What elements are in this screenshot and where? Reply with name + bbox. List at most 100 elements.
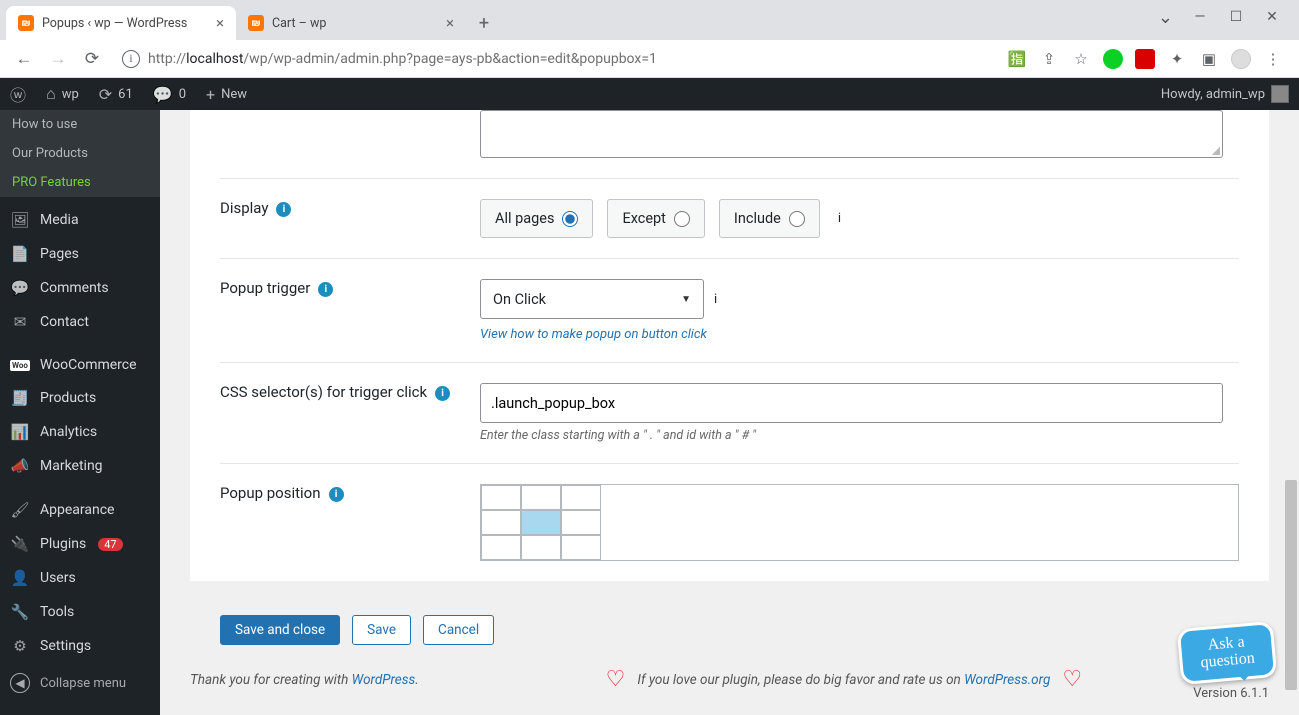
wordpress-link[interactable]: WordPress (352, 672, 416, 688)
sidebar-item[interactable]: 📄 Pages (0, 237, 160, 271)
forward-button[interactable]: → (44, 45, 72, 73)
trigger-help-link[interactable]: View how to make popup on button click (480, 327, 707, 342)
ask-question-button[interactable]: Ask a question (1177, 621, 1278, 685)
wordpress-icon: ⓦ (10, 82, 26, 106)
sidebar-item[interactable]: ⚙Settings (0, 629, 160, 663)
tab-title: Popups ‹ wp — WordPress (42, 16, 187, 31)
browser-tab[interactable]: ₪ Cart – wp × (236, 6, 466, 40)
help-icon[interactable]: i (435, 386, 450, 401)
extension-icon[interactable] (1103, 49, 1123, 69)
back-button[interactable]: ← (10, 45, 38, 73)
window-minimize-button[interactable]: — (1185, 2, 1215, 32)
sidebar-item[interactable]: 🔧Tools (0, 595, 160, 629)
submenu-item[interactable]: How to use (0, 110, 160, 139)
site-link[interactable]: ⌂wp (36, 78, 89, 110)
field-label: Popup triggeri (220, 279, 480, 342)
extension-icon[interactable] (1135, 49, 1155, 69)
share-icon[interactable]: ⇪ (1039, 49, 1059, 69)
radio-include[interactable]: Include (719, 199, 820, 238)
tab-title: Cart – wp (272, 16, 326, 31)
sidebar-label: Pages (40, 246, 79, 262)
menu-icon: 📣 (10, 457, 30, 475)
action-buttons: Save and close Save Cancel (190, 601, 1269, 659)
close-icon[interactable]: × (216, 14, 224, 32)
scrollbar[interactable] (1283, 110, 1299, 715)
sidebar-label: Plugins (40, 536, 86, 552)
url-text: http://localhost/wp/wp-admin/admin.php?p… (148, 51, 657, 67)
sidebar-item[interactable]: 👤Users (0, 561, 160, 595)
menu-icon: 🔌 (10, 535, 30, 553)
close-icon[interactable]: × (446, 14, 454, 32)
heart-icon: ♡ (606, 667, 626, 692)
cancel-button[interactable]: Cancel (423, 615, 494, 645)
sidebar-label: Users (40, 570, 76, 586)
menu-icon: 📄 (10, 245, 30, 263)
address-bar[interactable]: i http://localhost/wp/wp-admin/admin.php… (112, 44, 995, 74)
wp-admin-bar: ⓦ ⌂wp ⟳61 💬0 +New Howdy, admin_wp (0, 78, 1299, 110)
sidebar-item[interactable]: 📣Marketing (0, 449, 160, 483)
css-selector-input[interactable] (480, 383, 1223, 423)
window-controls: ⌄ — ☐ ✕ (1146, 0, 1299, 34)
submenu-item[interactable]: Our Products (0, 139, 160, 168)
sidebar-item[interactable]: ✉Contact (0, 305, 160, 339)
collapse-menu[interactable]: ◀ Collapse menu (0, 663, 160, 703)
heart-icon: ♡ (1062, 667, 1082, 692)
settings-panel: Displayi All pages Except Include i Popu… (190, 110, 1269, 581)
menu-icon: 🧾 (10, 389, 30, 407)
sidebar-label: Comments (40, 280, 109, 296)
radio-all-pages[interactable]: All pages (480, 199, 593, 238)
browser-tab[interactable]: ₪ Popups ‹ wp — WordPress × (6, 6, 236, 40)
trigger-select[interactable]: On Click (480, 279, 704, 319)
window-close-button[interactable]: ✕ (1257, 2, 1287, 32)
sidebar-label: Settings (40, 638, 91, 654)
window-maximize-button[interactable]: ☐ (1221, 2, 1251, 32)
help-icon[interactable]: i (838, 211, 841, 226)
footer: Thank you for creating with WordPress. ♡… (160, 667, 1299, 712)
help-icon[interactable]: i (714, 292, 717, 307)
sidebar-label: Appearance (40, 502, 114, 518)
sidebar-label: Media (40, 212, 79, 228)
save-close-button[interactable]: Save and close (220, 615, 340, 645)
hint-text: Enter the class starting with a " . " an… (480, 428, 1239, 443)
sidebar-item[interactable]: 📊Analytics (0, 415, 160, 449)
menu-icon: 📊 (10, 423, 30, 441)
updates-link[interactable]: ⟳61 (89, 78, 143, 110)
sidebar-item[interactable]: 🧾Products (0, 381, 160, 415)
favicon-icon: ₪ (18, 15, 34, 31)
panel-icon[interactable]: ▣ (1199, 49, 1219, 69)
radio-except[interactable]: Except (607, 199, 704, 238)
new-link[interactable]: +New (196, 78, 257, 110)
position-cell-center[interactable] (521, 510, 561, 535)
reload-button[interactable]: ⟳ (78, 45, 106, 73)
extensions-icon[interactable]: ✦ (1167, 49, 1187, 69)
position-grid[interactable] (480, 484, 1239, 561)
menu-icon: 🔧 (10, 603, 30, 621)
wp-logo[interactable]: ⓦ (0, 78, 36, 110)
comments-link[interactable]: 💬0 (143, 78, 196, 110)
textarea-field[interactable] (480, 110, 1223, 158)
wp-admin-sidebar: How to use Our Products PRO Features 🖼 Me… (0, 110, 160, 715)
submenu-item[interactable]: PRO Features (0, 168, 160, 197)
sidebar-item[interactable]: 🖌Appearance (0, 493, 160, 527)
version-text: Version 6.1.1 (1193, 686, 1269, 701)
sidebar-item[interactable]: 🔌Plugins47 (0, 527, 160, 561)
sidebar-item[interactable]: WooWooCommerce (0, 349, 160, 381)
save-button[interactable]: Save (352, 615, 411, 645)
help-icon[interactable]: i (329, 487, 344, 502)
menu-icon: 🖼 (10, 211, 30, 229)
site-info-icon[interactable]: i (122, 50, 140, 68)
menu-icon[interactable]: ⋮ (1263, 49, 1283, 69)
sidebar-item[interactable]: 💬Comments (0, 271, 160, 305)
help-icon[interactable]: i (318, 282, 333, 297)
chevron-down-icon[interactable]: ⌄ (1158, 7, 1173, 28)
help-icon[interactable]: i (276, 202, 291, 217)
howdy-link[interactable]: Howdy, admin_wp (1151, 78, 1299, 110)
bookmark-icon[interactable]: ☆ (1071, 49, 1091, 69)
wporg-link[interactable]: WordPress.org (964, 672, 1050, 688)
avatar-icon (1271, 85, 1289, 103)
scrollbar-thumb[interactable] (1285, 480, 1297, 690)
sidebar-item[interactable]: 🖼 Media (0, 203, 160, 237)
new-tab-button[interactable]: + (470, 9, 498, 37)
profile-avatar[interactable] (1231, 49, 1251, 69)
translate-icon[interactable]: 🈯 (1007, 49, 1027, 69)
